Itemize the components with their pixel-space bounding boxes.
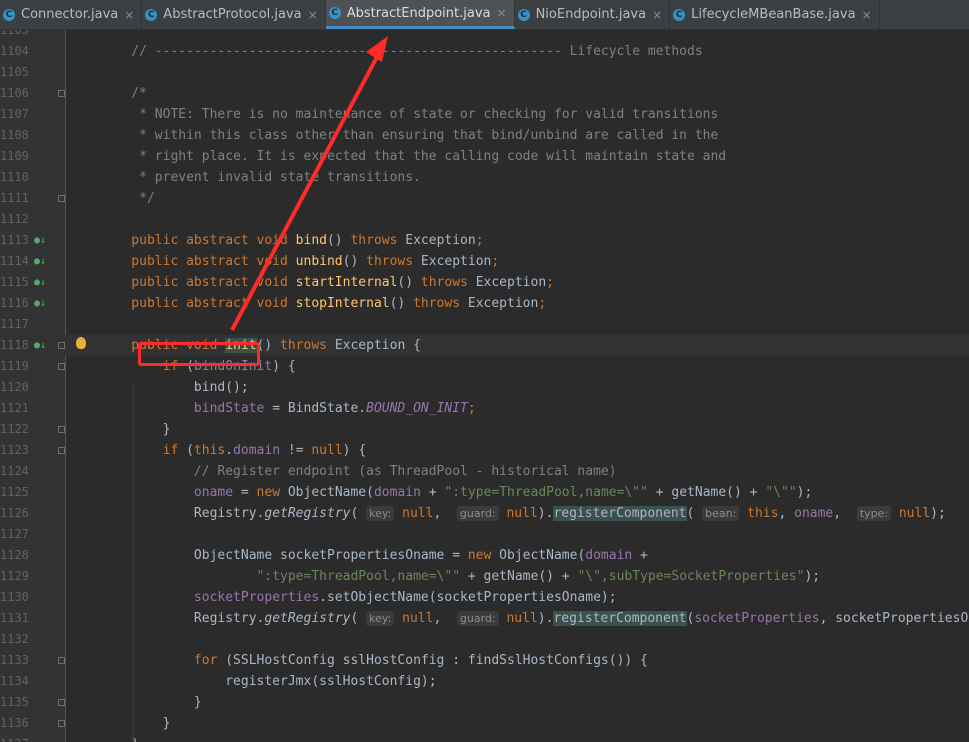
annotation-arrow xyxy=(230,36,388,331)
annotation-arrow-shaft xyxy=(230,54,380,331)
annotation-arrow-head xyxy=(366,36,388,62)
